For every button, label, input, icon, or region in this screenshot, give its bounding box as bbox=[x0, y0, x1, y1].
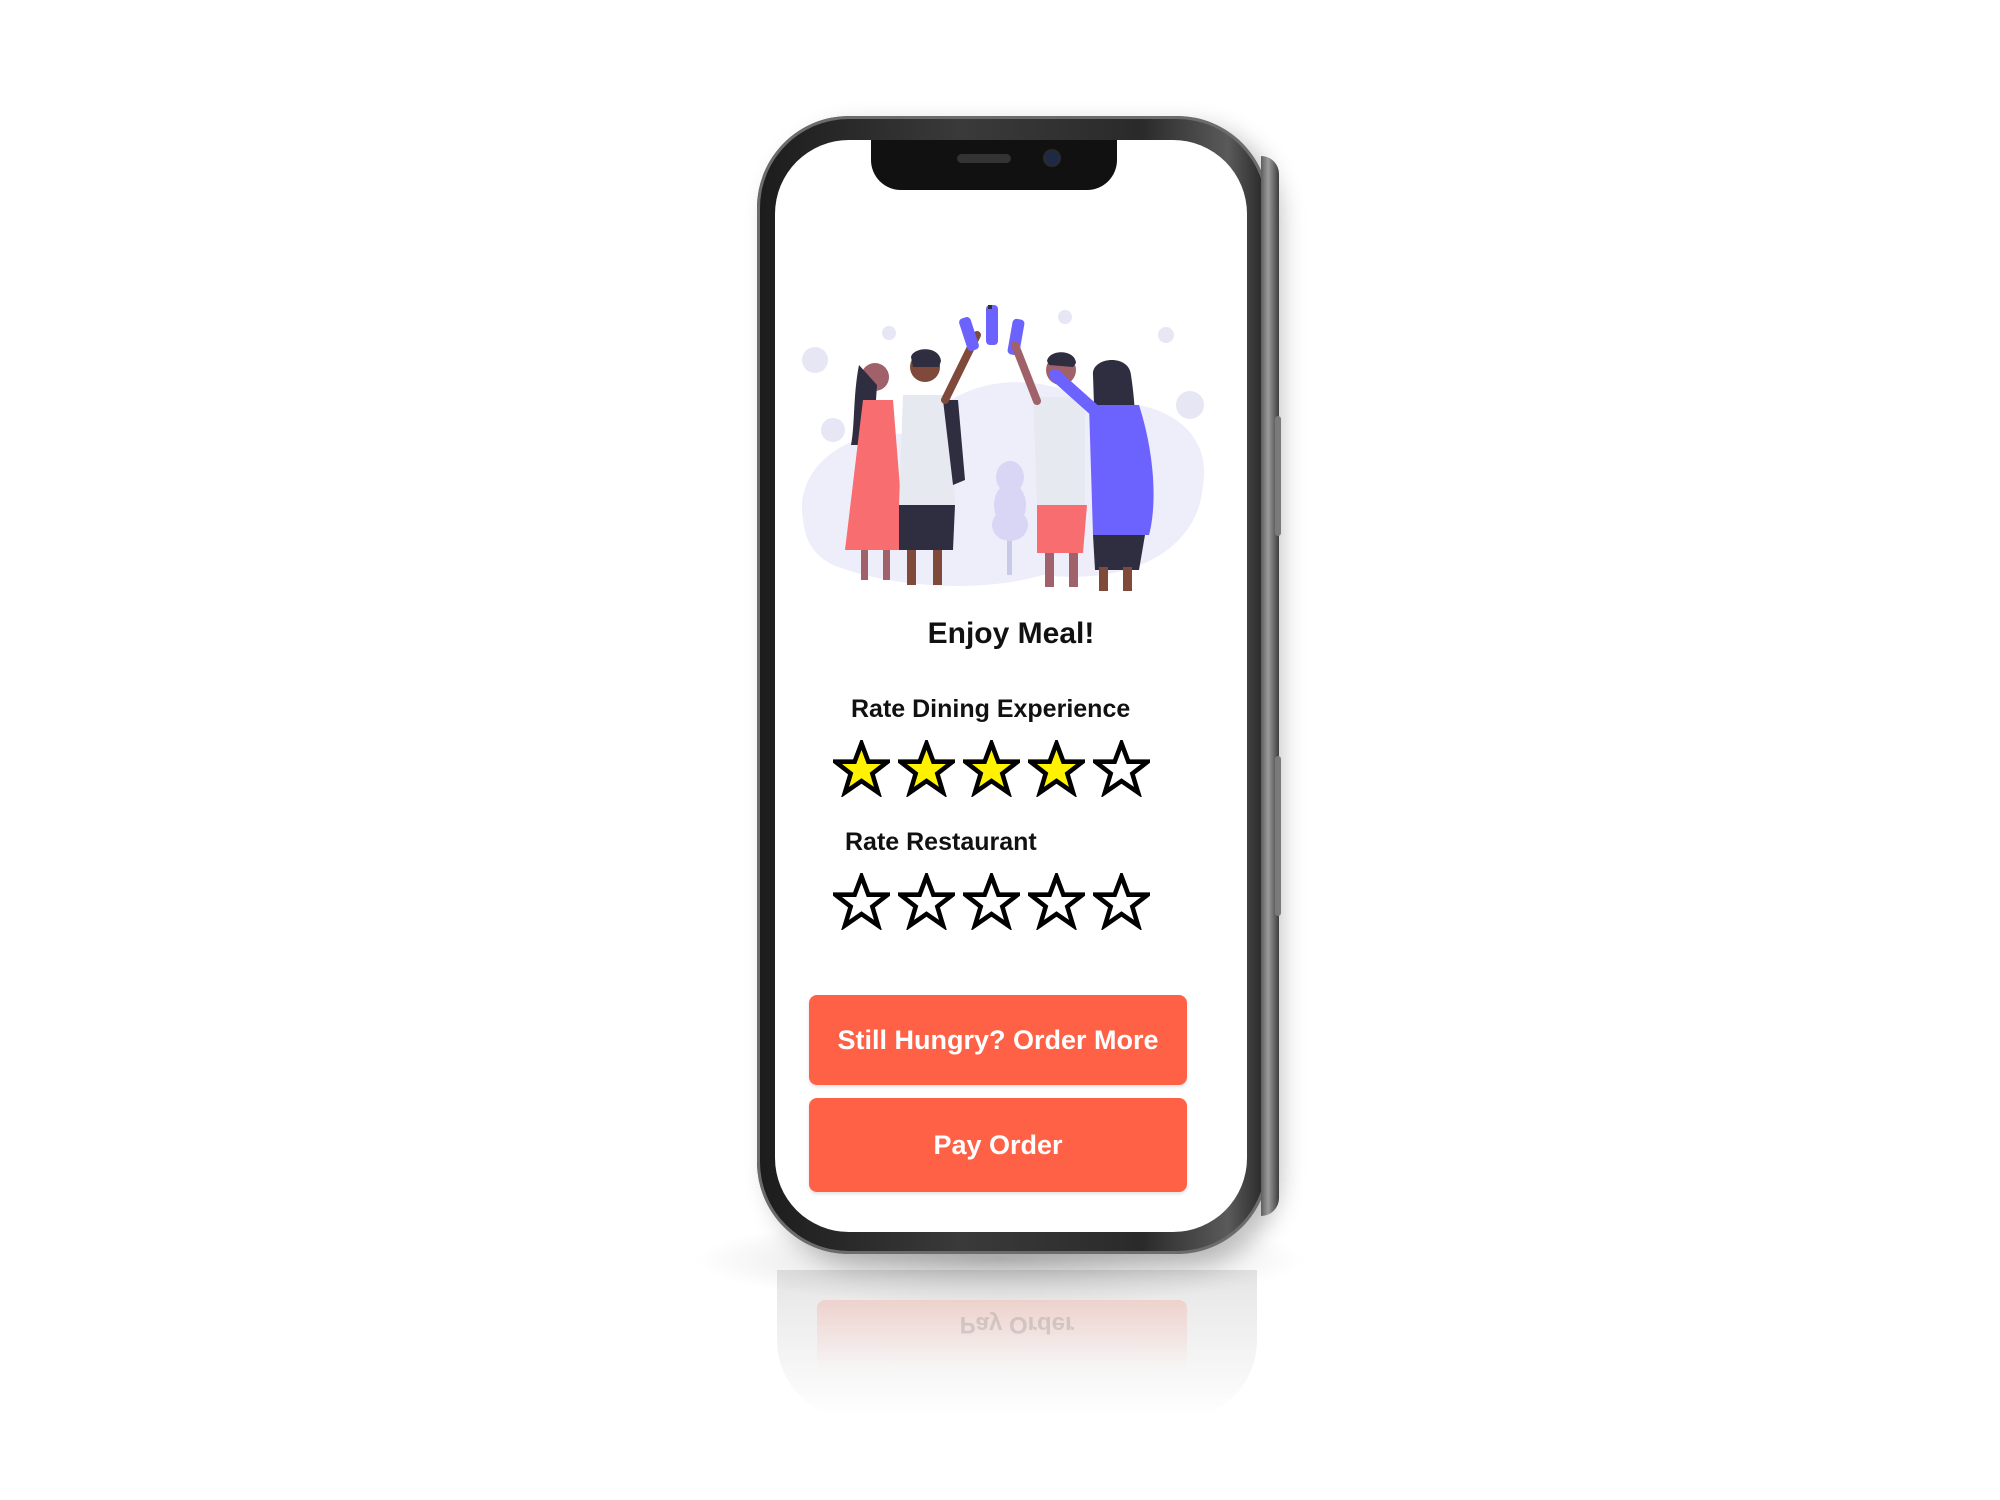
phone-frame: Enjoy Meal! Rate Dining Experience Rate … bbox=[757, 116, 1281, 1254]
stage: Pay Order Enjoy Meal! Rate Dining Experi… bbox=[0, 0, 2000, 1500]
star-filled-icon[interactable] bbox=[1028, 740, 1085, 797]
camera-icon bbox=[1045, 151, 1059, 165]
dining-rating-label: Rate Dining Experience bbox=[851, 695, 1131, 723]
speaker-grille bbox=[957, 154, 1011, 163]
star-filled-icon[interactable] bbox=[963, 740, 1020, 797]
page-title: Enjoy Meal! bbox=[927, 617, 1095, 650]
pay-order-button[interactable]: Pay Order bbox=[809, 1098, 1187, 1192]
star-filled-icon[interactable] bbox=[833, 740, 890, 797]
order-more-button[interactable]: Still Hungry? Order More bbox=[809, 995, 1187, 1085]
dining-rating-stars bbox=[833, 740, 1150, 797]
star-empty-icon[interactable] bbox=[898, 873, 955, 930]
side-button bbox=[1275, 416, 1281, 536]
star-filled-icon[interactable] bbox=[898, 740, 955, 797]
friends-toasting-illustration bbox=[793, 299, 1213, 595]
star-empty-icon[interactable] bbox=[1093, 740, 1150, 797]
side-button bbox=[1275, 756, 1281, 916]
restaurant-rating-stars bbox=[833, 873, 1150, 930]
phone-edge bbox=[1261, 156, 1279, 1216]
restaurant-rating-label: Rate Restaurant bbox=[845, 828, 1037, 856]
reflection-label: Pay Order bbox=[959, 1311, 1075, 1338]
phone-screen: Enjoy Meal! Rate Dining Experience Rate … bbox=[775, 140, 1247, 1232]
star-empty-icon[interactable] bbox=[1093, 873, 1150, 930]
phone-reflection: Pay Order bbox=[777, 1270, 1257, 1420]
star-empty-icon[interactable] bbox=[963, 873, 1020, 930]
star-empty-icon[interactable] bbox=[833, 873, 890, 930]
notch bbox=[871, 140, 1117, 190]
star-empty-icon[interactable] bbox=[1028, 873, 1085, 930]
